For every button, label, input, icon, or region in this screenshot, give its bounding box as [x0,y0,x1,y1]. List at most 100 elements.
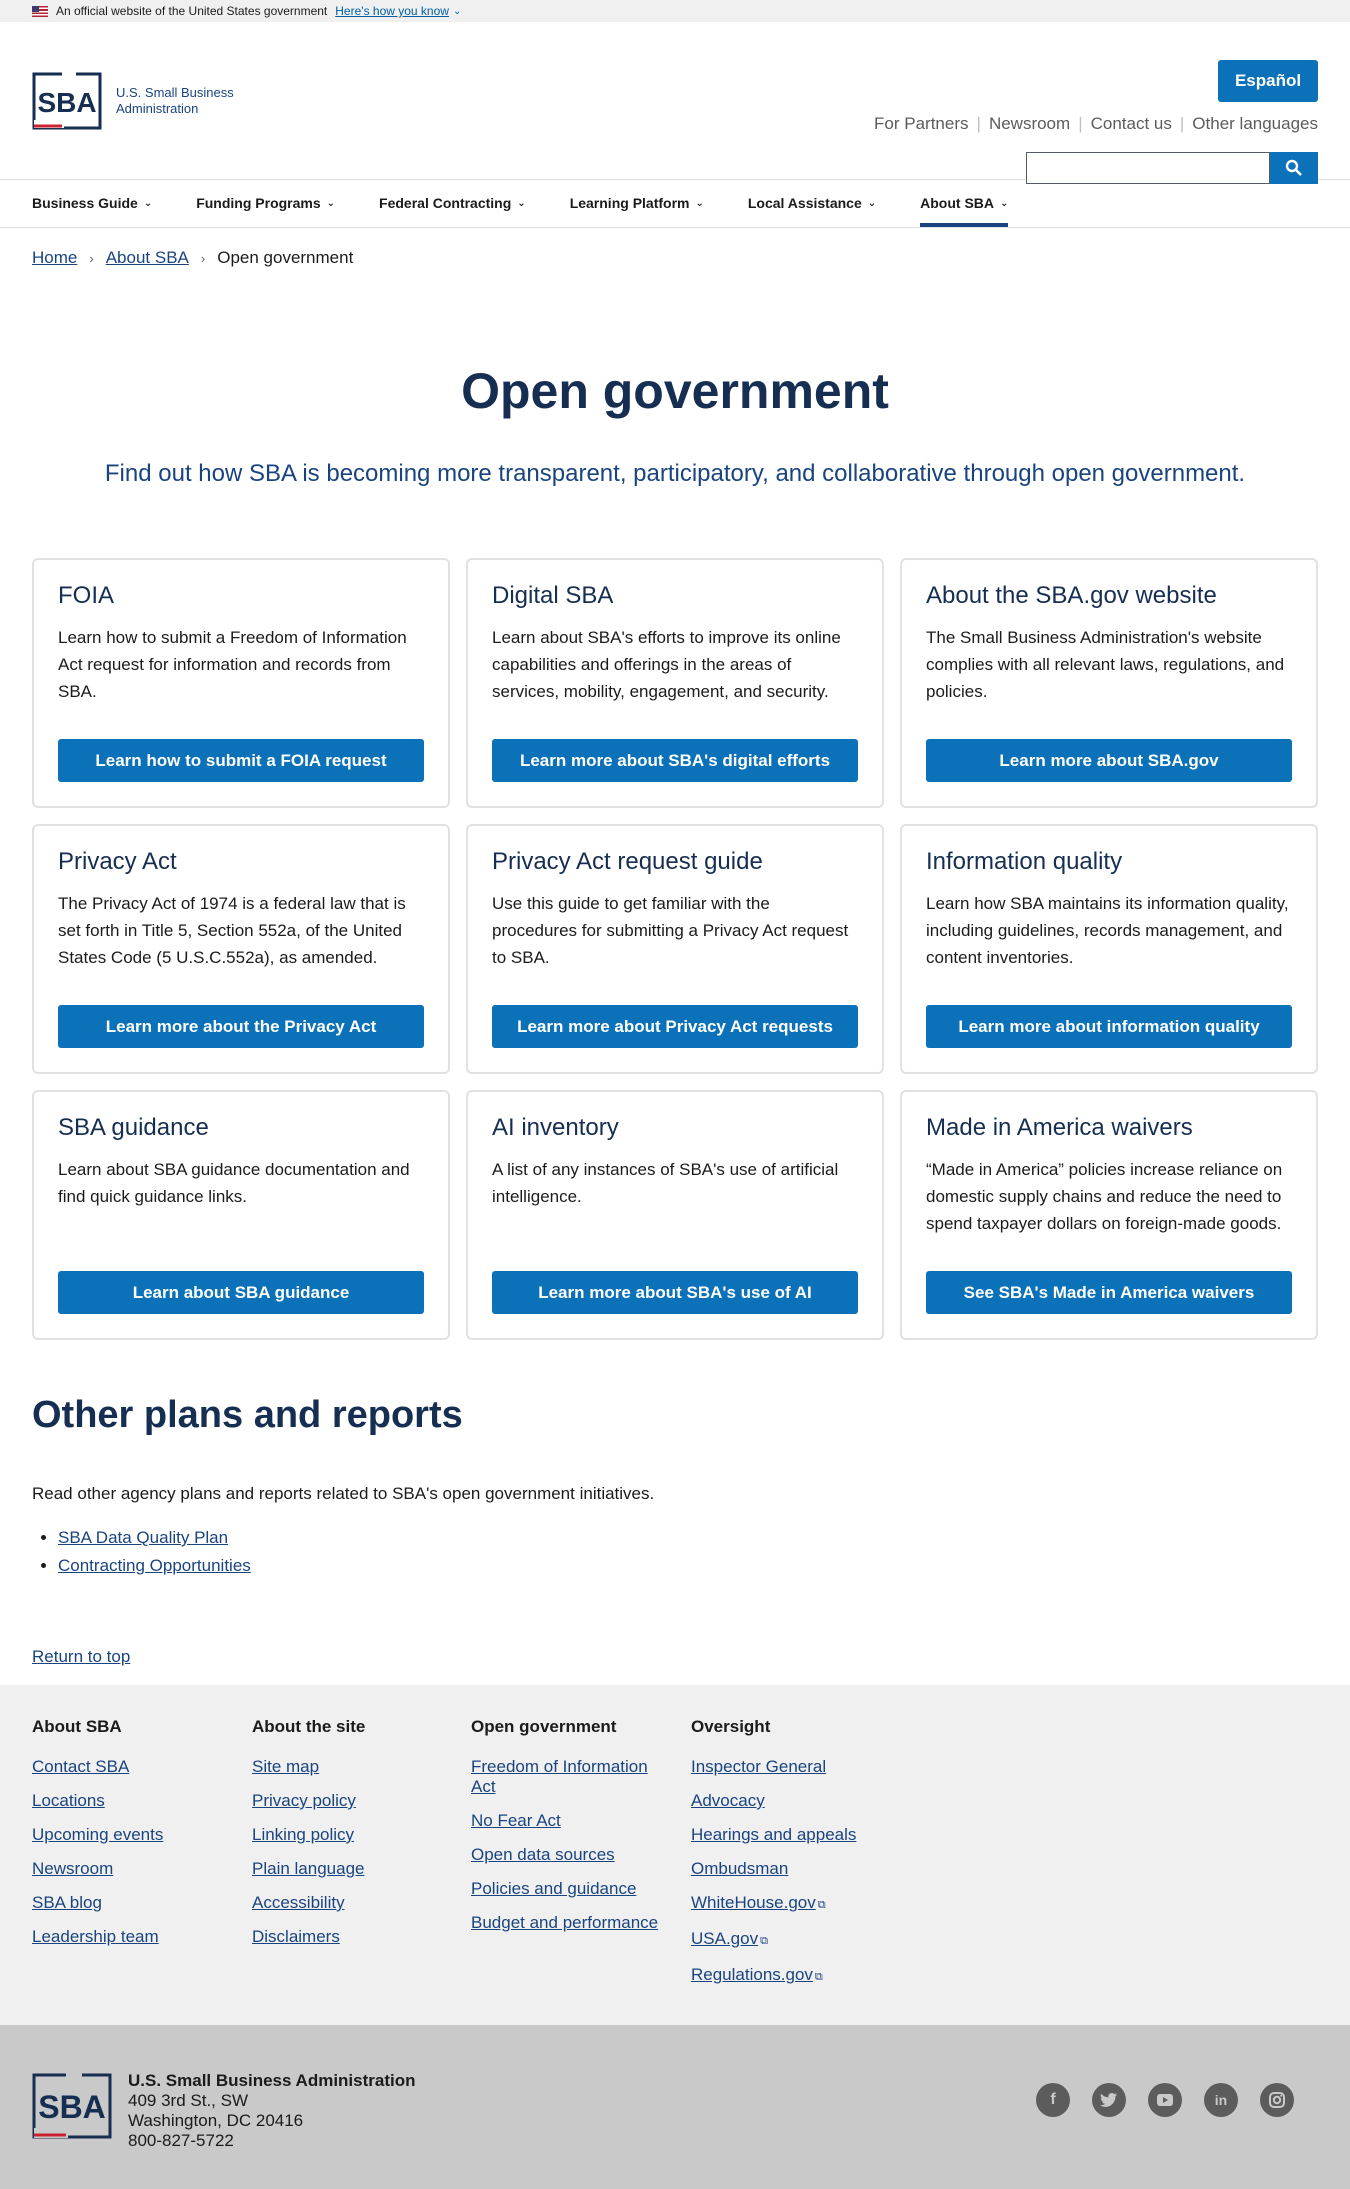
card-ai-inventory: AI inventory A list of any instances of … [466,1090,884,1340]
footer-link-locations[interactable]: Locations [32,1791,105,1810]
card-grid: FOIA Learn how to submit a Freedom of In… [32,558,1318,1340]
card-title: Privacy Act [58,848,177,875]
footer-link-accessibility[interactable]: Accessibility [252,1893,345,1912]
card-text: Learn about SBA's efforts to improve its… [492,628,841,701]
nav-label: Funding Programs [196,195,321,211]
information-quality-button[interactable]: Learn more about information quality [926,1005,1292,1048]
footer-link-privacy-policy[interactable]: Privacy policy [252,1791,356,1810]
contact-us-link[interactable]: Contact us [1091,114,1172,134]
footer-col-oversight: Oversight Inspector General Advocacy Hea… [691,1717,901,2001]
footer-heading: About the site [252,1717,366,1736]
youtube-icon[interactable] [1148,2083,1182,2117]
espanol-button[interactable]: Español [1218,60,1318,102]
privacy-act-button[interactable]: Learn more about the Privacy Act [58,1005,424,1048]
footer-link-newsroom[interactable]: Newsroom [32,1859,113,1878]
nav-local-assistance[interactable]: Local Assistance ⌄ [748,180,876,226]
card-title: Digital SBA [492,582,614,609]
footer-link-disclaimers[interactable]: Disclaimers [252,1927,340,1946]
card-title: Information quality [926,848,1123,875]
footer-link-plain-language[interactable]: Plain language [252,1859,364,1878]
gov-banner: An official website of the United States… [0,0,1350,22]
card-sba-guidance: SBA guidance Learn about SBA guidance do… [32,1090,450,1340]
card-foia: FOIA Learn how to submit a Freedom of In… [32,558,450,808]
card-text: A list of any instances of SBA's use of … [492,1160,839,1206]
footer-link-sba-blog[interactable]: SBA blog [32,1893,102,1912]
footer-link-upcoming-events[interactable]: Upcoming events [32,1825,163,1844]
linkedin-icon[interactable]: in [1204,2083,1238,2117]
phone-number: 800-827-5722 [128,2131,234,2150]
other-plans-list: SBA Data Quality Plan Contracting Opport… [58,1528,251,1584]
list-item: Contracting Opportunities [58,1556,251,1576]
footer-link-policies-guidance[interactable]: Policies and guidance [471,1879,636,1898]
return-to-top-link[interactable]: Return to top [32,1647,130,1667]
breadcrumb-about-link[interactable]: About SBA [106,248,189,268]
footer-link-ombudsman[interactable]: Ombudsman [691,1859,788,1878]
footer-link-whitehouse[interactable]: WhiteHouse.gov [691,1893,816,1912]
contracting-opportunities-link[interactable]: Contracting Opportunities [58,1556,251,1575]
privacy-act-requests-button[interactable]: Learn more about Privacy Act requests [492,1005,858,1048]
org-name: U.S. Small Business Administration [128,2071,416,2090]
card-made-in-america: Made in America waivers “Made in America… [900,1090,1318,1340]
social-links: f in [1014,2083,1294,2117]
for-partners-link[interactable]: For Partners [874,114,968,134]
nav-federal-contracting[interactable]: Federal Contracting ⌄ [379,180,526,226]
sba-guidance-button[interactable]: Learn about SBA guidance [58,1271,424,1314]
footer-link-open-data[interactable]: Open data sources [471,1845,615,1864]
sba-footer-logo-icon[interactable]: SBA [32,2073,112,2139]
footer-link-inspector-general[interactable]: Inspector General [691,1757,826,1776]
digital-efforts-button[interactable]: Learn more about SBA's digital efforts [492,739,858,782]
newsroom-link[interactable]: Newsroom [989,114,1070,134]
twitter-icon[interactable] [1092,2083,1126,2117]
heres-how-you-know-link[interactable]: Here's how you know [335,4,449,18]
footer-link-foia[interactable]: Freedom of Information Act [471,1757,648,1796]
chevron-down-icon: ⌄ [1000,197,1009,209]
nav-learning-platform[interactable]: Learning Platform ⌄ [570,180,704,226]
footer-link-linking-policy[interactable]: Linking policy [252,1825,354,1844]
card-text: Learn how to submit a Freedom of Informa… [58,628,407,701]
nav-label: Business Guide [32,195,138,211]
nav-label: Local Assistance [747,195,862,211]
footer-link-leadership-team[interactable]: Leadership team [32,1927,159,1946]
footer-link-site-map[interactable]: Site map [252,1757,319,1776]
foia-request-button[interactable]: Learn how to submit a FOIA request [58,739,424,782]
footer-link-hearings-appeals[interactable]: Hearings and appeals [691,1825,856,1844]
nav-funding-programs[interactable]: Funding Programs ⌄ [196,180,335,226]
breadcrumb-home-link[interactable]: Home [32,248,77,268]
made-in-america-button[interactable]: See SBA's Made in America waivers [926,1271,1292,1314]
footer-link-advocacy[interactable]: Advocacy [691,1791,765,1810]
divider: | [1179,114,1185,133]
svg-text:SBA: SBA [37,87,96,118]
facebook-icon[interactable]: f [1036,2083,1070,2117]
footer-link-contact-sba[interactable]: Contact SBA [32,1757,129,1776]
footer-link-no-fear-act[interactable]: No Fear Act [471,1811,561,1830]
external-link-icon: ⧉ [814,1971,823,1983]
page-title: Open government [461,363,889,419]
nav-about-sba[interactable]: About SBA ⌄ [920,180,1009,227]
data-quality-plan-link[interactable]: SBA Data Quality Plan [58,1528,228,1547]
breadcrumb-current: Open government [217,248,354,267]
other-languages-link[interactable]: Other languages [1192,114,1318,134]
card-privacy-act: Privacy Act The Privacy Act of 1974 is a… [32,824,450,1074]
card-digital-sba: Digital SBA Learn about SBA's efforts to… [466,558,884,808]
site-header: SBA U.S. Small Business Administration E… [0,22,1350,184]
nav-business-guide[interactable]: Business Guide ⌄ [32,180,152,226]
footer-link-budget-performance[interactable]: Budget and performance [471,1913,658,1932]
instagram-icon[interactable] [1260,2083,1294,2117]
about-sba-gov-button[interactable]: Learn more about SBA.gov [926,739,1292,782]
card-text: Learn about SBA guidance documentation a… [58,1160,410,1206]
footer-col-about-site: About the site Site map Privacy policy L… [252,1717,462,1961]
card-title: AI inventory [492,1114,619,1141]
external-link-icon: ⧉ [760,1935,768,1947]
card-title: SBA guidance [58,1114,209,1141]
sba-logo[interactable]: SBA U.S. Small Business Administration [32,72,234,130]
chevron-down-icon[interactable]: ⌄ [453,6,461,17]
footer-link-usa-gov[interactable]: USA.gov [691,1929,758,1948]
nav-label: Federal Contracting [379,195,512,211]
svg-text:SBA: SBA [38,2089,106,2125]
ai-use-button[interactable]: Learn more about SBA's use of AI [492,1271,858,1314]
logo-line-1: U.S. Small Business [116,85,234,100]
footer-heading: Oversight [691,1717,771,1736]
card-text: Use this guide to get familiar with the … [492,894,849,967]
footer-link-regulations[interactable]: Regulations.gov [691,1965,813,1984]
footer-col-open-government: Open government Freedom of Information A… [471,1717,671,1947]
